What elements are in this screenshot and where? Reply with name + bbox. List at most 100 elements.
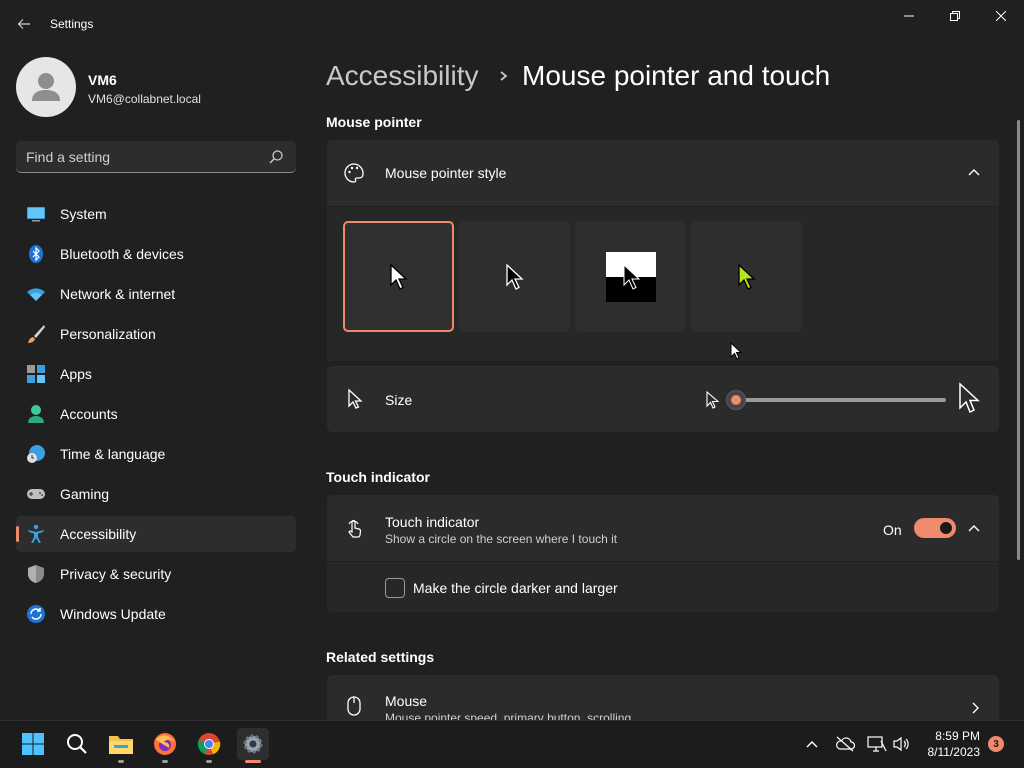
sidebar-item-privacy[interactable]: Privacy & security (16, 556, 296, 592)
firefox-icon (154, 733, 176, 755)
white-pointer-icon (389, 263, 408, 290)
avatar[interactable] (16, 57, 76, 117)
search-icon[interactable] (268, 149, 284, 165)
running-indicator (162, 760, 168, 763)
mouse-pointer-style-header[interactable]: Mouse pointer style (327, 140, 999, 206)
sidebar-item-label: Bluetooth & devices (60, 246, 184, 262)
wifi-icon (27, 288, 45, 301)
sidebar-item-network[interactable]: Network & internet (16, 276, 296, 312)
mouse-subtitle: Mouse pointer speed, primary button, scr… (385, 711, 632, 720)
folder-icon (109, 736, 133, 754)
pointer-style-black[interactable] (459, 221, 570, 332)
title-bar (0, 0, 1024, 48)
lime-pointer-icon (737, 263, 756, 290)
small-pointer-icon (706, 391, 719, 409)
toggle-state-label: On (883, 522, 902, 538)
windows-logo-icon (22, 733, 44, 755)
sidebar-item-apps[interactable]: Apps (16, 356, 296, 392)
section-title-related-settings: Related settings (326, 649, 435, 665)
touch-indicator-title: Touch indicator (385, 514, 480, 530)
section-title-mouse-pointer: Mouse pointer (326, 114, 422, 130)
settings-app-button[interactable] (237, 728, 269, 760)
sidebar-item-label: Accounts (60, 406, 118, 422)
taskbar-search-button[interactable] (61, 728, 93, 760)
pointer-icon (348, 388, 363, 409)
size-slider-thumb[interactable] (726, 390, 746, 410)
minimize-icon (904, 15, 914, 17)
darker-circle-checkbox[interactable] (385, 578, 405, 598)
clock-date[interactable]: 8/11/2023 (920, 745, 981, 759)
sidebar-item-label: Personalization (60, 326, 156, 342)
clock-time[interactable]: 8:59 PM (930, 729, 980, 743)
search-icon (67, 734, 87, 754)
running-indicator (118, 760, 124, 763)
running-indicator (206, 760, 212, 763)
sidebar-item-label: Accessibility (60, 526, 137, 542)
sidebar-item-accessibility[interactable]: Accessibility (16, 516, 296, 552)
chevron-up-icon[interactable] (967, 523, 981, 533)
darker-circle-label[interactable]: Make the circle darker and larger (413, 580, 618, 596)
sidebar-item-bluetooth[interactable]: Bluetooth & devices (16, 236, 296, 272)
gear-icon (243, 734, 263, 754)
search-box[interactable] (16, 141, 296, 173)
sidebar-item-label: Gaming (60, 486, 110, 502)
sidebar-item-label: Time & language (60, 446, 166, 462)
large-pointer-icon (959, 382, 980, 414)
breadcrumb-parent[interactable]: Accessibility (326, 60, 478, 92)
chevron-up-icon[interactable] (967, 167, 981, 177)
notification-badge[interactable]: 3 (988, 736, 1004, 752)
inverted-pointer-icon (605, 251, 656, 302)
update-icon (27, 605, 45, 623)
monitor-icon (27, 207, 45, 222)
maximize-button[interactable] (932, 0, 978, 32)
cloud-offline-icon[interactable] (835, 735, 855, 753)
network-icon[interactable] (867, 735, 887, 753)
profile-name: VM6 (88, 72, 117, 88)
pointer-style-white[interactable] (343, 221, 454, 332)
globe-clock-icon (27, 445, 45, 463)
mouse-pointer-style-label: Mouse pointer style (385, 165, 507, 181)
minimize-button[interactable] (886, 0, 932, 32)
sidebar-item-accounts[interactable]: Accounts (16, 396, 296, 432)
sidebar-item-system[interactable]: System (16, 196, 296, 232)
firefox-button[interactable] (149, 728, 181, 760)
chevron-up-icon[interactable] (805, 737, 819, 751)
bluetooth-icon (29, 245, 43, 263)
sidebar-item-label: Windows Update (60, 606, 166, 622)
pointer-style-inverted[interactable] (575, 221, 686, 332)
close-button[interactable] (978, 0, 1024, 32)
touch-indicator-toggle[interactable] (914, 518, 956, 538)
sidebar-item-personalization[interactable]: Personalization (16, 316, 296, 352)
person-icon (32, 73, 60, 101)
mouse-cursor-icon (730, 342, 742, 360)
back-button[interactable] (8, 10, 40, 38)
sidebar-item-label: Network & internet (60, 286, 176, 302)
sidebar-item-windows-update[interactable]: Windows Update (16, 596, 296, 632)
sidebar-item-label: Apps (60, 366, 92, 382)
sidebar-item-label: Privacy & security (60, 566, 172, 582)
touch-indicator-subtitle: Show a circle on the screen where I touc… (385, 532, 618, 546)
close-icon (996, 11, 1006, 21)
start-button[interactable] (17, 728, 49, 760)
brush-icon (28, 325, 45, 343)
touch-indicator-row[interactable]: Touch indicator Show a circle on the scr… (327, 495, 999, 561)
pointer-style-custom[interactable] (691, 221, 802, 332)
accessibility-icon (28, 524, 44, 543)
chevron-right-icon (972, 702, 979, 714)
file-explorer-button[interactable] (105, 728, 137, 760)
person-icon (28, 405, 44, 423)
app-title: Settings (50, 17, 94, 31)
sidebar-item-gaming[interactable]: Gaming (16, 476, 296, 512)
size-label: Size (385, 392, 413, 408)
black-pointer-icon (505, 263, 524, 290)
scrollbar[interactable] (1017, 120, 1020, 560)
size-slider-track[interactable] (736, 398, 946, 402)
volume-icon[interactable] (892, 735, 910, 753)
sidebar-item-time-language[interactable]: Time & language (16, 436, 296, 472)
search-input[interactable] (26, 141, 266, 172)
toggle-knob (940, 522, 952, 534)
shield-icon (28, 565, 44, 583)
chrome-button[interactable] (193, 728, 225, 760)
active-app-indicator (245, 760, 261, 763)
related-mouse-row[interactable]: Mouse Mouse pointer speed, primary butto… (327, 675, 999, 720)
